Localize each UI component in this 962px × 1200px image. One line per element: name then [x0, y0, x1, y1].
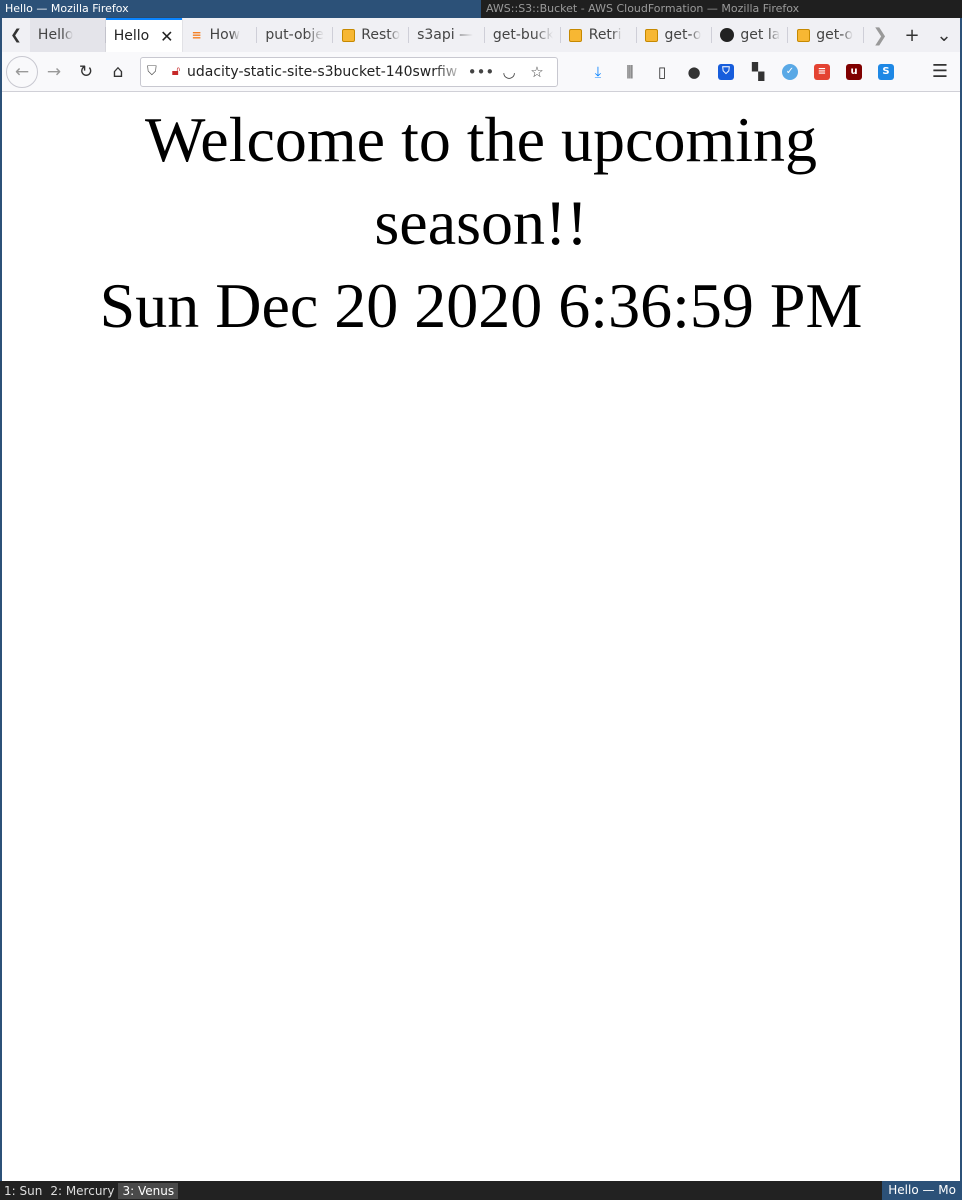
tab-label: Retri	[588, 27, 622, 43]
hamburger-menu-icon[interactable]: ☰	[926, 61, 954, 82]
active-window-title[interactable]: Hello — Mozilla Firefox	[0, 0, 481, 18]
extension-toolbar: ⤓ ⫼ ▯ ● ⛉ ▚ ✓ ≡ u S	[582, 61, 902, 83]
home-icon[interactable]: ⌂	[102, 56, 134, 88]
tab-tools: ❯ + ⌄	[864, 18, 960, 52]
aws-box-icon	[569, 28, 583, 42]
url-bar[interactable]: ⛉ 🔓︎ udacity-static-site-s3bucket-140swr…	[140, 56, 558, 87]
close-tab-icon[interactable]: ✕	[160, 27, 173, 46]
list-all-tabs-chevron-icon[interactable]: ⌄	[928, 25, 960, 46]
tab-label: How	[209, 27, 241, 43]
library-icon[interactable]: ⫼	[614, 61, 646, 83]
url-text[interactable]: udacity-static-site-s3bucket-140swrfiw	[187, 64, 467, 80]
bookmark-star-icon[interactable]: ☆	[523, 63, 551, 81]
tab-label: get la	[740, 27, 781, 43]
tab-label: get-buck	[492, 27, 553, 43]
navigation-toolbar: ← → ↻ ⌂ ⛉ 🔓︎ udacity-static-site-s3bucke…	[2, 52, 960, 92]
tab-label: s3api —	[417, 27, 474, 43]
tab-get-object-1[interactable]: get-o	[637, 18, 713, 52]
extensions-grid-icon[interactable]: ▚	[742, 61, 774, 83]
tab-restore[interactable]: Resto	[333, 18, 409, 52]
tab-hello-1[interactable]: Hello	[29, 18, 106, 52]
downloads-icon[interactable]: ⤓	[582, 61, 614, 83]
account-icon[interactable]: ●	[678, 61, 710, 83]
tab-how[interactable]: ≡ How	[182, 18, 258, 52]
tab-label: Resto	[361, 27, 401, 43]
window-manager-statusbar: 1: Sun 2: Mercury 3: Venus Hello — Mo	[0, 1181, 962, 1200]
vimium-icon[interactable]: ✓	[774, 61, 806, 83]
inactive-window-title[interactable]: AWS::S3::Bucket - AWS CloudFormation — M…	[481, 0, 962, 18]
tab-label: get-o	[664, 27, 702, 43]
aws-box-icon	[796, 28, 810, 42]
new-tab-plus-icon[interactable]: +	[896, 25, 928, 46]
tab-scroll-left-button[interactable]: ❮	[2, 18, 30, 52]
tab-bar: ❮ Hello Hello ✕ ≡ How put-obje Resto s3a…	[2, 18, 960, 52]
tab-get-latest[interactable]: get la	[712, 18, 789, 52]
page-heading: Welcome to the upcoming season!!	[145, 104, 817, 258]
aws-box-icon	[341, 28, 355, 42]
workspace-venus[interactable]: 3: Venus	[118, 1182, 179, 1199]
focused-window-title: Hello — Mo	[882, 1181, 962, 1200]
tab-retrieve[interactable]: Retri	[561, 18, 637, 52]
reload-icon[interactable]: ↻	[70, 56, 102, 88]
tab-label: Hello	[37, 27, 74, 43]
page-timestamp: Sun Dec 20 2020 6:36:59 PM	[99, 270, 863, 341]
todoist-icon[interactable]: ≡	[806, 61, 838, 83]
forward-arrow-icon[interactable]: →	[38, 56, 70, 88]
s-extension-icon[interactable]: S	[870, 61, 902, 83]
sidebar-icon[interactable]: ▯	[646, 61, 678, 83]
tab-put-object[interactable]: put-obje	[257, 18, 334, 52]
tab-get-bucket[interactable]: get-buck	[485, 18, 561, 52]
ublock-origin-icon[interactable]: u	[838, 61, 870, 83]
tab-scroll-right-button[interactable]: ❯	[864, 25, 896, 46]
tab-s3api[interactable]: s3api —	[409, 18, 485, 52]
back-arrow-icon[interactable]: ←	[6, 55, 38, 88]
tab-hello-active[interactable]: Hello ✕	[105, 18, 182, 52]
github-icon	[720, 28, 735, 42]
tab-label: put-obje	[265, 27, 324, 43]
stackoverflow-icon: ≡	[191, 28, 202, 42]
tab-label: get-o	[816, 27, 854, 43]
tracking-shield-icon[interactable]: ⛉	[147, 64, 165, 79]
workspace-sun[interactable]: 1: Sun	[0, 1183, 46, 1199]
pocket-icon[interactable]: ◡	[495, 63, 523, 81]
page-actions-menu-icon[interactable]: •••	[467, 63, 495, 81]
firefox-window: ❮ Hello Hello ✕ ≡ How put-obje Resto s3a…	[0, 18, 962, 1181]
tab-label: Hello	[113, 28, 150, 44]
aws-box-icon	[645, 28, 659, 42]
workspace-mercury[interactable]: 2: Mercury	[46, 1183, 118, 1199]
insecure-lock-icon[interactable]: 🔓︎	[165, 64, 187, 79]
window-manager-titlebar: Hello — Mozilla Firefox AWS::S3::Bucket …	[0, 0, 962, 18]
page-content: Welcome to the upcoming season!! Sun Dec…	[2, 92, 960, 1181]
bitwarden-icon[interactable]: ⛉	[710, 61, 742, 83]
tab-get-object-2[interactable]: get-o	[788, 18, 864, 52]
